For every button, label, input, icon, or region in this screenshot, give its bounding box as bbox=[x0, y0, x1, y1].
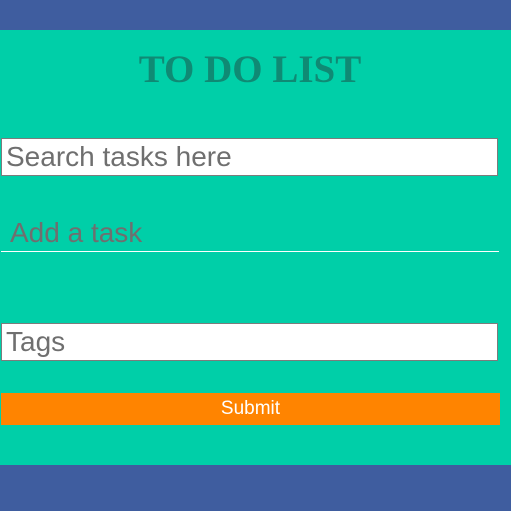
tags-input[interactable] bbox=[1, 323, 498, 361]
page-title: TO DO LIST bbox=[138, 48, 362, 91]
bottom-band bbox=[0, 465, 511, 511]
submit-button[interactable]: Submit bbox=[1, 393, 500, 425]
add-task-input[interactable] bbox=[1, 214, 499, 252]
search-input[interactable] bbox=[1, 138, 498, 176]
top-band bbox=[0, 0, 511, 30]
